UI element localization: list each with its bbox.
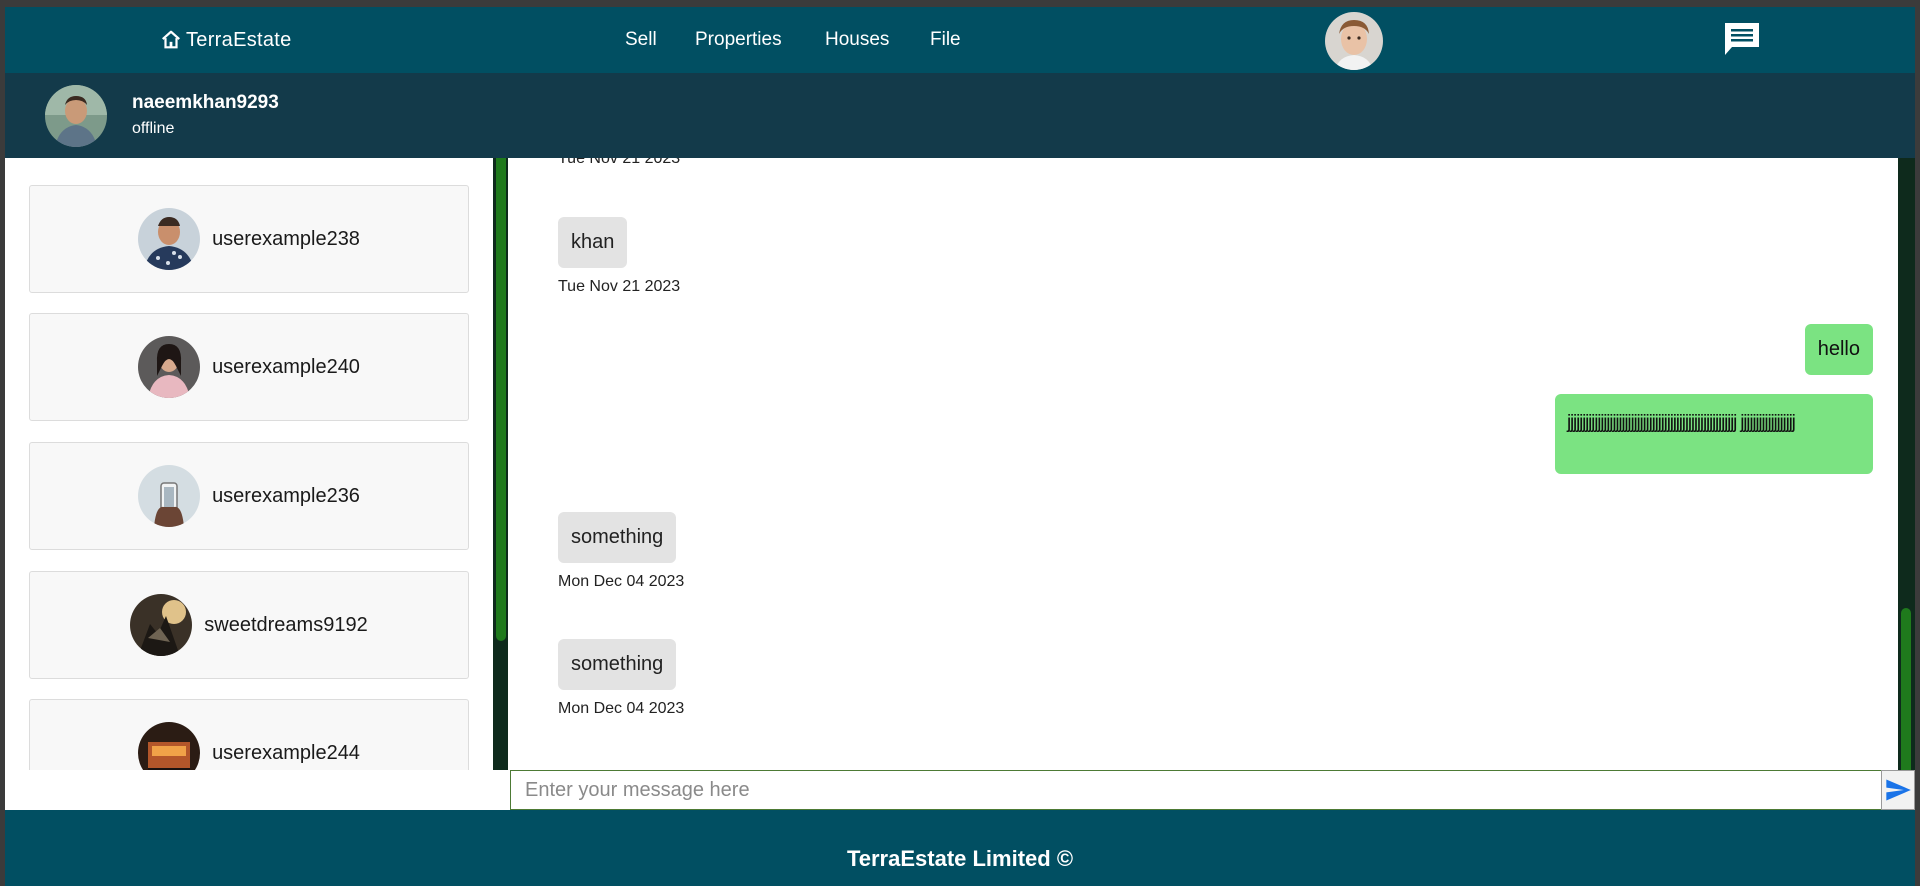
chat-header: naeemkhan9293 offline [5, 73, 1915, 158]
nav-link-properties[interactable]: Properties [695, 29, 782, 51]
message-date: Mon Dec 04 2023 [558, 700, 685, 717]
chat-bubble-icon[interactable] [1722, 20, 1762, 58]
contact-avatar [138, 336, 201, 398]
contact-username: userexample238 [212, 227, 360, 250]
chat-partner-avatar [45, 85, 107, 147]
contact-item[interactable]: userexample240 [29, 313, 469, 421]
contacts-scrollbar[interactable] [493, 158, 508, 770]
contact-avatar [138, 465, 201, 527]
contacts-list[interactable]: userexample238 userexample240 userexampl… [5, 158, 493, 770]
contact-item[interactable]: userexample236 [29, 442, 469, 550]
send-button[interactable] [1881, 770, 1915, 810]
nav-link-file[interactable]: File [930, 29, 961, 51]
incoming-message: khan [558, 217, 628, 268]
profile-avatar[interactable] [1325, 12, 1383, 70]
footer-copyright: TerraEstate Limited © [846, 846, 1074, 871]
message-date: Tue Nov 21 2023 [558, 158, 681, 167]
page-footer: TerraEstate Limited © [5, 810, 1915, 886]
messages-scrollbar[interactable] [1898, 158, 1915, 770]
top-navbar: TerraEstate Sell Properties Houses File [5, 7, 1915, 73]
message-thread[interactable]: Tue Nov 21 2023 khan Tue Nov 21 2023 hel… [508, 158, 1898, 770]
contact-username: userexample240 [212, 355, 360, 378]
nav-link-houses[interactable]: Houses [825, 29, 889, 51]
messages-scrollbar-thumb[interactable] [1901, 608, 1911, 770]
app-window: TerraEstate Sell Properties Houses File [5, 7, 1915, 886]
brand-link[interactable]: TerraEstate [160, 25, 292, 55]
contact-avatar [138, 722, 201, 770]
contact-item[interactable]: userexample244 [29, 699, 469, 770]
send-icon [1886, 779, 1911, 801]
chat-partner-username: naeemkhan9293 [132, 92, 279, 113]
contact-username: sweetdreams9192 [204, 613, 368, 636]
contact-item[interactable]: sweetdreams9192 [29, 571, 469, 679]
message-date: Mon Dec 04 2023 [558, 573, 685, 590]
message-date: Tue Nov 21 2023 [558, 278, 681, 295]
composer-spacer [5, 770, 510, 810]
contact-username: userexample244 [212, 741, 360, 764]
brand-name: TerraEstate [186, 28, 292, 51]
contact-item[interactable]: userexample238 [29, 185, 469, 293]
outgoing-message: hello [1804, 324, 1873, 375]
incoming-message: something [558, 639, 677, 690]
contacts-scrollbar-thumb[interactable] [496, 158, 506, 641]
chat-partner-status: offline [132, 120, 175, 137]
contact-username: userexample236 [212, 484, 360, 507]
outgoing-message: jjjjjjjjjjjjjjjjjjjjjjjjjjjjjjjjjjjjjjjj… [1555, 394, 1873, 474]
contact-avatar [138, 208, 201, 270]
incoming-message: something [558, 512, 677, 563]
nav-link-sell[interactable]: Sell [625, 29, 657, 51]
message-input[interactable] [510, 770, 1887, 810]
house-icon [162, 30, 180, 49]
contact-avatar [130, 594, 193, 656]
